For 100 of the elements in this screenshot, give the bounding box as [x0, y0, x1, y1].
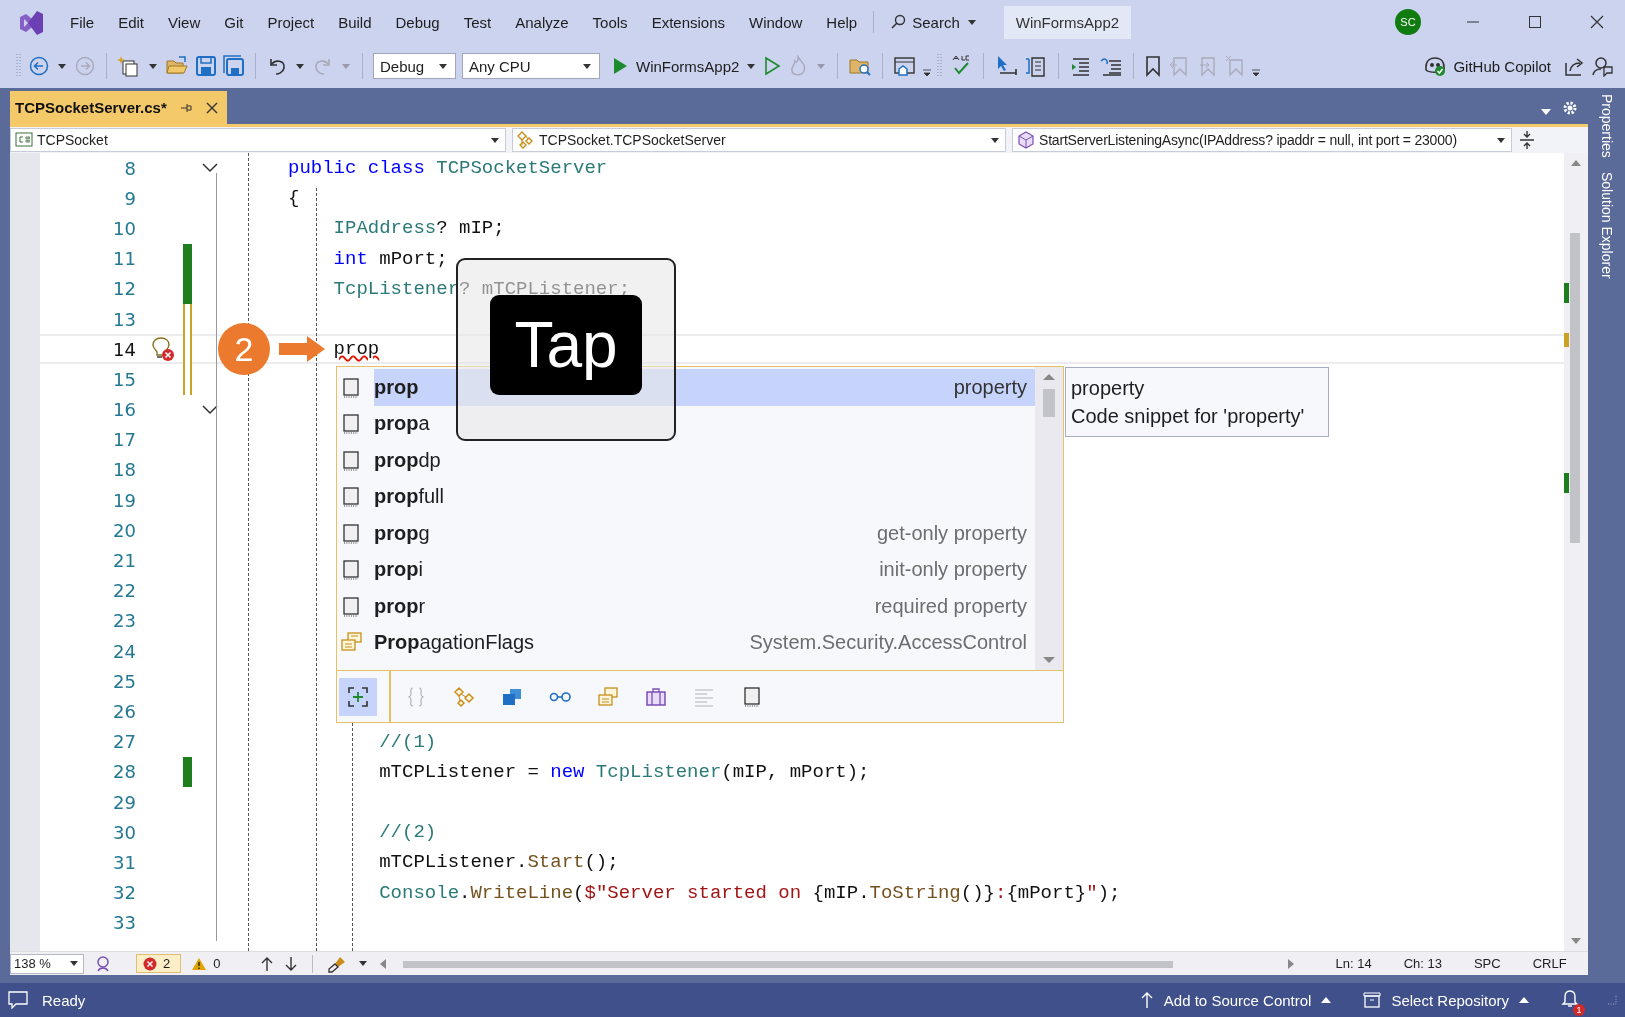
scroll-right-icon[interactable] [1287, 957, 1296, 970]
caret-icon[interactable] [58, 63, 66, 69]
play-outline-icon[interactable] [763, 56, 782, 76]
whitespace-indicator[interactable]: SPC [1473, 956, 1501, 971]
chat-icon[interactable] [8, 991, 28, 1009]
notification-badge: 1 [1573, 1003, 1585, 1016]
menu-item[interactable]: Build [326, 13, 384, 31]
close-icon[interactable] [204, 100, 219, 115]
navigation-dropdown[interactable]: TCPSocket [10, 128, 506, 152]
side-tab[interactable]: Properties [1598, 94, 1615, 158]
menu-item[interactable]: Edit [106, 13, 157, 31]
errors-button[interactable]: 2 [136, 954, 182, 973]
caret-icon[interactable] [991, 137, 999, 143]
outdent-icon[interactable] [1099, 55, 1124, 77]
code-line: mTCPListener = new TcpListener(mIP, mPort); [379, 760, 870, 783]
completion-item[interactable]: propr required property [337, 588, 1035, 625]
scroll-up-icon[interactable] [1570, 159, 1582, 167]
dropdown-icon[interactable] [1540, 108, 1552, 116]
menu-item[interactable]: Debug [383, 13, 452, 31]
feedback-icon[interactable] [1591, 55, 1613, 77]
save-all-icon[interactable] [223, 55, 245, 77]
repository-button[interactable]: Select Repository [1363, 991, 1529, 1009]
tooltip-text: Code snippet for 'property' [1071, 404, 1306, 429]
menu-item[interactable]: Project [255, 13, 327, 31]
completion-item[interactable]: propa [337, 405, 1035, 442]
collapse-icon[interactable] [202, 163, 218, 174]
caret-icon[interactable] [296, 63, 304, 69]
completion-item[interactable]: propdp [337, 442, 1035, 479]
line-number: 27 [112, 731, 136, 753]
start-button[interactable]: WinFormsApp2 [612, 57, 740, 75]
warnings-button[interactable]: 0 [191, 956, 221, 971]
caret-icon[interactable] [967, 19, 976, 25]
line-number: 14 [112, 338, 136, 360]
settings-icon[interactable] [1562, 100, 1578, 116]
document-tab[interactable]: TCPSocketServer.cs* [10, 91, 227, 124]
filter-briefcase-icon[interactable] [645, 685, 667, 708]
line-number: 17 [112, 429, 136, 451]
caret-icon[interactable] [1497, 137, 1505, 143]
line-number: 33 [112, 912, 136, 934]
line-ending-indicator[interactable]: CRLF [1532, 956, 1567, 971]
code-line: int mPort; [333, 247, 448, 270]
scrollbar-thumb[interactable] [1570, 233, 1580, 543]
source-control-button[interactable]: Add to Source Control [1139, 991, 1332, 1009]
filter-diamonds-icon[interactable] [453, 685, 475, 708]
caret-icon[interactable] [70, 961, 78, 966]
menu-item[interactable]: Test [451, 13, 504, 31]
caret-icon[interactable] [439, 63, 447, 69]
menu-item[interactable]: Help [814, 13, 870, 31]
scroll-down-icon[interactable] [1042, 656, 1056, 664]
completion-item[interactable]: propg get-only property [337, 515, 1035, 552]
completion-item[interactable]: PropagationFlags System.Security.AccessControl [337, 624, 1035, 661]
brush-icon[interactable] [327, 954, 348, 973]
share-icon[interactable] [1563, 55, 1585, 77]
menu-item[interactable]: Git [212, 13, 256, 31]
line-indicator[interactable]: Ln: 14 [1335, 956, 1372, 971]
scroll-down-icon[interactable] [1570, 937, 1582, 945]
side-tab[interactable]: Solution Explorer [1598, 171, 1615, 279]
column-indicator[interactable]: Ch: 13 [1403, 956, 1442, 971]
menu-item[interactable]: Analyze [503, 13, 581, 31]
arrow-down-icon[interactable] [284, 955, 299, 972]
split-icon[interactable] [1518, 130, 1536, 150]
code-line: IPAddress? mIP; [333, 217, 505, 240]
caret-icon[interactable] [583, 63, 591, 69]
window-home-icon[interactable] [893, 55, 918, 77]
caret-icon[interactable] [149, 63, 157, 69]
copilot-button[interactable]: GitHub Copilot [1423, 55, 1551, 77]
arrow-up-icon [1139, 991, 1154, 1009]
menu-item[interactable]: View [156, 13, 213, 31]
back-icon[interactable] [28, 55, 50, 77]
new-item-icon[interactable] [117, 55, 141, 77]
navigation-dropdown[interactable]: TCPSocket.TCPSocketServer [512, 128, 1006, 152]
line-number: 11 [112, 248, 136, 270]
completion-item[interactable]: propfull [337, 478, 1035, 515]
bell-icon[interactable] [1561, 988, 1579, 1009]
zoom-dropdown[interactable]: 138 % [10, 953, 84, 974]
completion-item[interactable]: propi init-only property [337, 551, 1035, 588]
caret-icon[interactable] [491, 137, 499, 143]
scrollbar-thumb[interactable] [403, 960, 1174, 968]
health-icon[interactable] [94, 954, 112, 973]
scroll-up-icon[interactable] [1042, 373, 1056, 381]
menu-item[interactable]: Window [737, 13, 815, 31]
menu-item[interactable]: Extensions [639, 13, 737, 31]
avatar[interactable]: SC [1395, 9, 1421, 35]
menu-item[interactable]: File [58, 13, 107, 31]
menu-item[interactable]: Tools [580, 13, 640, 31]
caret-icon[interactable] [359, 961, 368, 966]
arrow-up-icon[interactable] [260, 955, 275, 972]
navigation-dropdown[interactable]: StartServerListeningAsync(IPAddress? ipaddr = null, int port = 23000) [1012, 128, 1512, 152]
scroll-left-icon[interactable] [379, 957, 388, 970]
collapse-icon[interactable] [202, 404, 218, 415]
bookmark-icon[interactable] [1144, 55, 1163, 77]
save-icon[interactable] [195, 55, 217, 77]
search-button[interactable]: Search [880, 13, 988, 31]
lightbulb-error-icon[interactable] [150, 336, 176, 363]
caret-icon[interactable] [747, 63, 756, 69]
filter-snippet-icon[interactable] [741, 685, 763, 708]
platform-dropdown[interactable]: Any CPU [462, 53, 600, 79]
configuration-dropdown[interactable]: Debug [373, 53, 456, 79]
scrollbar-thumb[interactable] [1043, 389, 1055, 417]
open-folder-icon[interactable] [165, 55, 189, 77]
